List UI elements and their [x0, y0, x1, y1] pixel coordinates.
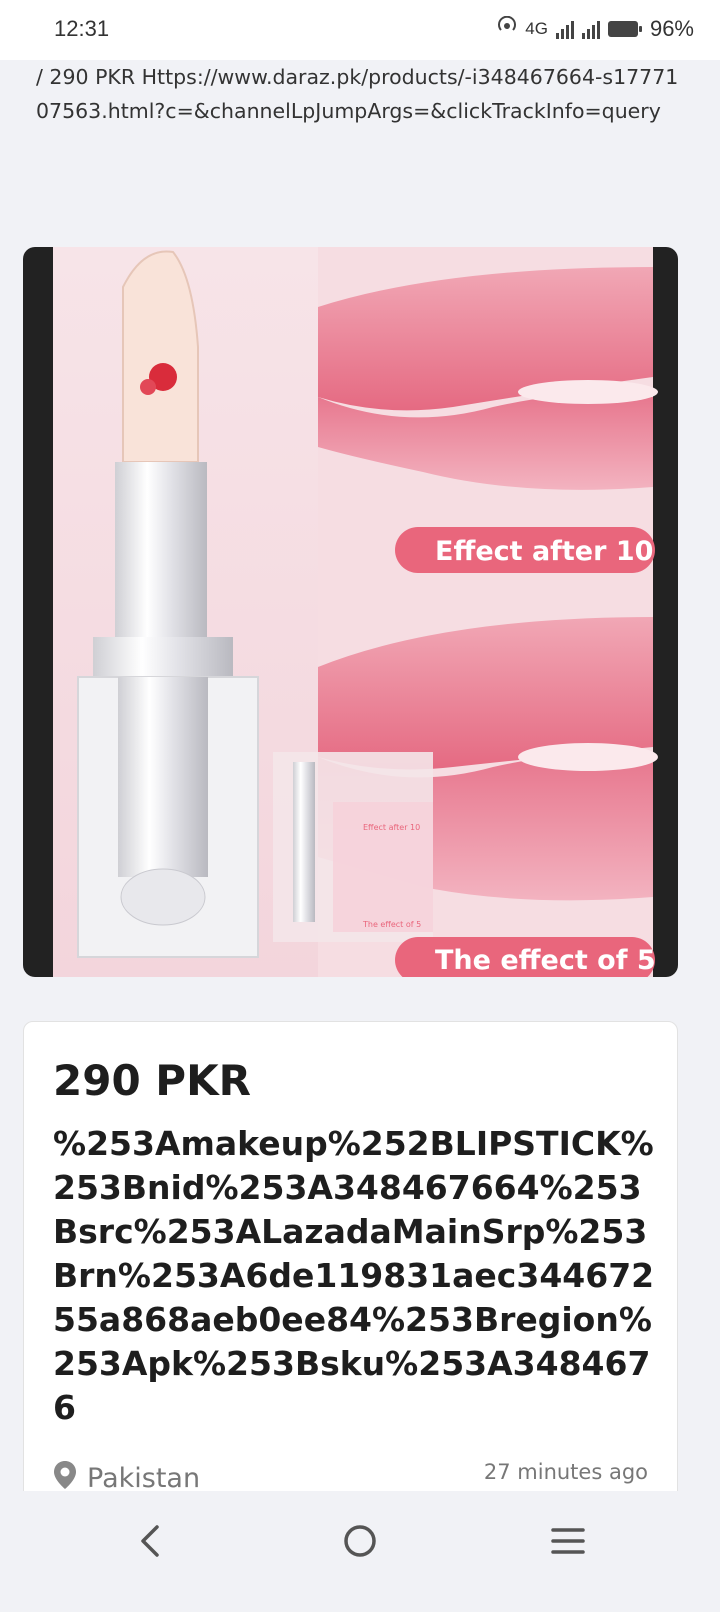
signal-icon: [555, 19, 574, 39]
system-nav-bar: [0, 1491, 720, 1612]
menu-icon: [551, 1528, 585, 1554]
listing-price: 290 PKR: [53, 1056, 251, 1105]
battery-percent: 96%: [649, 16, 694, 41]
status-icons: 4G 96%: [497, 15, 694, 42]
menu-button[interactable]: [538, 1511, 598, 1571]
battery-icon: [607, 21, 642, 37]
listing-title: %253Amakeup%252BLIPSTICK%253Bnid%253A348…: [53, 1124, 655, 1427]
status-bar: 12:31 4G 96%: [0, 0, 720, 60]
network-type: 4G: [525, 19, 548, 38]
thumb-label-bottom: The effect of 5: [362, 920, 421, 929]
home-button[interactable]: [330, 1511, 390, 1571]
status-time: 12:31: [54, 16, 110, 41]
back-button[interactable]: [120, 1511, 180, 1571]
home-icon: [344, 1525, 376, 1557]
overlay-label-bottom: The effect of 5: [435, 945, 656, 976]
overlay-label-top: Effect after 10: [435, 536, 653, 567]
url-text: / 290 PKR Https://www.daraz.pk/products/…: [36, 65, 679, 123]
hotspot-icon: [497, 15, 517, 42]
signal-2-icon: [581, 19, 600, 39]
back-icon: [141, 1525, 159, 1557]
location-text: Pakistan: [87, 1463, 201, 1494]
product-image[interactable]: Effect after 10 The effect of 5 Effect a…: [23, 247, 678, 977]
thumb-label-top: Effect after 10: [363, 823, 420, 832]
listing-card[interactable]: 290 PKR %253Amakeup%252BLIPSTICK%253Bnid…: [23, 1021, 678, 1543]
listing-time-ago: 27 minutes ago: [483, 1460, 648, 1484]
